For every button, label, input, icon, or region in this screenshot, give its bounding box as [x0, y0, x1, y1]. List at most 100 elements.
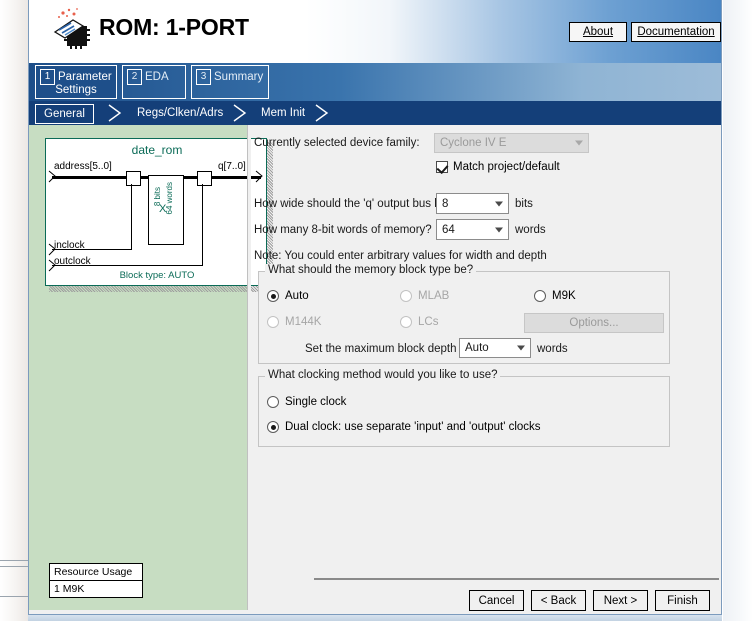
- page-title: ROM: 1-PORT: [99, 14, 249, 40]
- cancel-button-label: Cancel: [478, 594, 515, 607]
- clocking-method-group: What clocking method would you like to u…: [258, 369, 670, 447]
- radio-single-clock[interactable]: Single clock: [267, 396, 346, 408]
- subnav-item-general[interactable]: General: [35, 104, 94, 124]
- outclock-wire-vertical: [202, 184, 203, 266]
- chevron-right-icon: [314, 104, 330, 122]
- depth-question: How many 8-bit words of memory?: [254, 224, 432, 236]
- chevron-down-icon: [495, 201, 503, 206]
- radio-indicator: [267, 421, 279, 433]
- cancel-button[interactable]: Cancel: [469, 590, 524, 611]
- documentation-button-label: Documentation: [637, 26, 715, 38]
- radio-indicator: [267, 316, 279, 328]
- next-button[interactable]: Next >: [593, 590, 648, 611]
- tab-summary[interactable]: 3 Summary: [191, 65, 269, 99]
- memory-block-type-group: What should the memory block type be? Au…: [258, 264, 670, 364]
- screenshot-root: ROM: 1-PORT About Documentation 1 Paramet…: [0, 0, 753, 621]
- depth-select[interactable]: 64: [436, 219, 509, 240]
- about-button-label: About: [582, 26, 614, 38]
- radio-dual-clock[interactable]: Dual clock: use separate 'input' and 'ou…: [267, 421, 541, 433]
- subnav-item-regs-clken-adrs[interactable]: Regs/Clken/Adrs: [129, 104, 231, 122]
- clocking-method-group-title: What clocking method would you like to u…: [265, 369, 501, 381]
- checkbox-indicator: [436, 161, 448, 173]
- chevron-down-icon: [517, 345, 525, 351]
- input-port-arrow-icon: [48, 170, 56, 183]
- about-button[interactable]: About: [569, 22, 627, 42]
- tab-label-line1: EDA: [145, 71, 169, 83]
- symbol-preview-panel: date_rom address[5..0] q[7..0] inclock o…: [29, 125, 273, 610]
- radio-mlab: MLAB: [400, 290, 449, 302]
- subnav-item-label: Mem Init: [261, 107, 306, 119]
- resource-usage-box: Resource Usage 1 M9K: [49, 563, 143, 598]
- next-button-label: Next >: [603, 594, 638, 607]
- chevron-down-icon: [575, 140, 583, 146]
- max-block-depth-unit: words: [537, 343, 568, 355]
- chip-megawizard-icon: [47, 6, 95, 56]
- radio-auto[interactable]: Auto: [267, 290, 309, 302]
- documentation-button[interactable]: Documentation: [631, 22, 721, 42]
- background-window-line: [0, 596, 28, 597]
- match-project-default-checkbox[interactable]: Match project/default: [436, 161, 560, 173]
- module-name-label: date_rom: [131, 143, 183, 157]
- radio-indicator: [534, 290, 546, 302]
- device-family-select: Cyclone IV E: [434, 133, 589, 153]
- device-family-value: Cyclone IV E: [440, 137, 507, 149]
- chevron-right-icon: [107, 104, 123, 122]
- subnav-item-mem-init[interactable]: Mem Init: [253, 104, 313, 122]
- tab-label-line1: Parameter: [58, 71, 112, 83]
- back-button-label: < Back: [540, 594, 577, 607]
- match-project-default-label: Match project/default: [453, 161, 560, 173]
- memory-block-type-group-title: What should the memory block type be?: [265, 264, 477, 276]
- resource-usage-header: Resource Usage: [50, 564, 142, 581]
- desktop-backdrop-left: [0, 0, 28, 621]
- radio-mlab-label: MLAB: [418, 290, 450, 302]
- radio-lcs-label: LCs: [418, 316, 439, 328]
- max-block-depth-select[interactable]: Auto: [459, 338, 531, 358]
- chevron-down-icon: [495, 227, 503, 232]
- inclock-port-arrow-icon: [48, 243, 56, 256]
- finish-button[interactable]: Finish: [655, 590, 710, 611]
- depth-unit-label: words: [515, 224, 546, 236]
- radio-indicator: [400, 290, 412, 302]
- finish-button-label: Finish: [667, 594, 698, 607]
- inclock-wire-vertical: [131, 184, 132, 250]
- footer-divider: [314, 578, 719, 580]
- resource-usage-value: 1 M9K: [54, 583, 85, 595]
- radio-m9k[interactable]: M9K: [534, 290, 576, 302]
- subnav-item-label: Regs/Clken/Adrs: [137, 107, 224, 119]
- tab-label-line1: Summary: [214, 71, 264, 83]
- tab-label-line2: Settings: [55, 84, 97, 96]
- tab-number: 3: [196, 69, 211, 85]
- radio-indicator: [267, 396, 279, 408]
- inclock-wire: [52, 249, 132, 250]
- dialog-bottom-edge: [28, 614, 722, 621]
- max-block-depth-label: Set the maximum block depth to: [305, 343, 470, 355]
- parameter-settings-content: Currently selected device family: Cyclon…: [254, 125, 721, 610]
- dialog-header: ROM: 1-PORT About Documentation: [29, 0, 721, 63]
- memory-depth-label: 64 words: [165, 182, 174, 215]
- memory-dimensions: 8 bits X 64 words: [148, 181, 182, 237]
- input-bus-wire: [52, 176, 126, 179]
- back-button[interactable]: < Back: [531, 590, 586, 611]
- dialog-body: date_rom address[5..0] q[7..0] inclock o…: [29, 125, 721, 614]
- input-bus-label: address[5..0]: [54, 161, 112, 172]
- device-family-label: Currently selected device family:: [254, 137, 420, 149]
- tab-number: 1: [40, 69, 55, 85]
- q-width-value: 8: [442, 197, 449, 210]
- radio-indicator: [400, 316, 412, 328]
- subnav-item-label: General: [44, 108, 85, 120]
- block-options-button: Options...: [524, 313, 664, 333]
- tab-eda[interactable]: 2 EDA: [122, 65, 186, 99]
- tab-parameter-settings[interactable]: 1 Parameter Settings: [35, 65, 117, 99]
- output-bus-label: q[7..0]: [218, 161, 246, 172]
- panel-splitter[interactable]: [247, 125, 251, 610]
- block-options-button-label: Options...: [569, 317, 619, 329]
- module-symbol-diagram: date_rom address[5..0] q[7..0] inclock o…: [45, 138, 267, 286]
- radio-m144k-label: M144K: [285, 316, 322, 328]
- arbitrary-values-note: Note: You could enter arbitrary values f…: [254, 250, 547, 262]
- radio-indicator: [267, 290, 279, 302]
- outclock-wire: [52, 265, 203, 266]
- q-width-select[interactable]: 8: [436, 193, 509, 214]
- input-register-box: [126, 171, 141, 186]
- block-type-label: Block type: AUTO: [119, 270, 195, 281]
- radio-m144k: M144K: [267, 316, 321, 328]
